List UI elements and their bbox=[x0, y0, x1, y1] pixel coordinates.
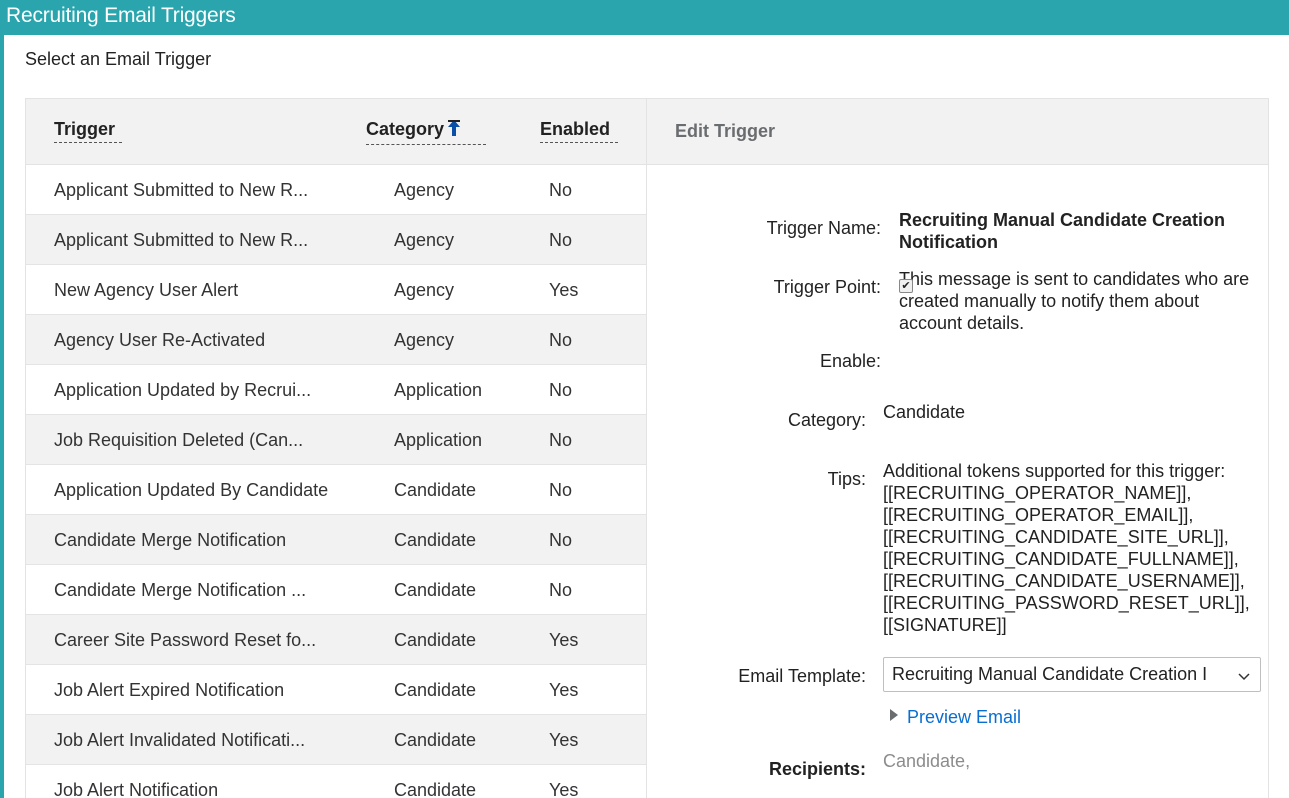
category-cell: Application bbox=[394, 379, 483, 400]
trigger-point-line: created manually to notify them about bbox=[899, 291, 1200, 311]
tips-line: Additional tokens supported for this tri… bbox=[883, 461, 1226, 481]
preview-email-label: Preview Email bbox=[907, 707, 1022, 727]
trigger-cell: New Agency User Alert bbox=[54, 280, 239, 300]
email-template-label: Email Template: bbox=[738, 666, 866, 686]
triggers-table: Trigger Category Enabled Applicant Submi… bbox=[25, 98, 646, 798]
enabled-cell: No bbox=[549, 429, 573, 450]
expand-triangle-icon bbox=[889, 706, 899, 727]
trigger-cell: Career Site Password Reset fo... bbox=[54, 630, 317, 650]
trigger-cell: Applicant Submitted to New R... bbox=[54, 180, 309, 200]
trigger-cell: Candidate Merge Notification ... bbox=[54, 580, 307, 600]
category-cell: Agency bbox=[394, 179, 455, 200]
tips-value: Additional tokens supported for this tri… bbox=[883, 460, 1250, 636]
table-row[interactable]: Application Updated by Recrui... Applicat… bbox=[26, 365, 646, 415]
trigger-point-line: This message is sent to candidates who a… bbox=[899, 269, 1250, 289]
category-cell: Agency bbox=[394, 279, 455, 300]
trigger-name-line: Notification bbox=[899, 232, 998, 252]
preview-email-link[interactable]: Preview Email bbox=[889, 706, 1021, 728]
category-cell: Candidate bbox=[394, 479, 477, 500]
trigger-cell: Application Updated By Candidate bbox=[54, 480, 329, 500]
table-body: Applicant Submitted to New R... Agency No A… bbox=[26, 165, 646, 798]
enabled-cell: Yes bbox=[549, 279, 579, 300]
email-template-select[interactable]: Recruiting Manual Candidate Creation I bbox=[883, 657, 1261, 692]
enabled-cell: No bbox=[549, 579, 573, 600]
recipients-value: Candidate, bbox=[883, 751, 971, 771]
email-template-selected: Recruiting Manual Candidate Creation I bbox=[892, 664, 1208, 684]
trigger-point-line: account details. bbox=[899, 313, 1025, 333]
table-row[interactable]: New Agency User Alert Agency Yes bbox=[26, 265, 646, 315]
category-cell: Application bbox=[394, 429, 483, 450]
table-row[interactable]: Application Updated By Candidate Candidat… bbox=[26, 465, 646, 515]
enabled-cell: No bbox=[549, 229, 573, 250]
trigger-name-label: Trigger Name: bbox=[766, 218, 881, 238]
enabled-cell: No bbox=[549, 529, 573, 550]
enabled-cell: Yes bbox=[549, 729, 579, 750]
enabled-cell: No bbox=[549, 329, 573, 350]
category-cell: Candidate bbox=[394, 679, 477, 700]
tips-line: [[SIGNATURE]] bbox=[883, 615, 1007, 635]
category-cell: Agency bbox=[394, 329, 455, 350]
trigger-cell: Agency User Re-Activated bbox=[54, 330, 266, 350]
category-cell: Candidate bbox=[394, 529, 477, 550]
tips-line: [[RECRUITING_CANDIDATE_SITE_URL]], bbox=[883, 527, 1229, 547]
trigger-cell: Candidate Merge Notification bbox=[54, 530, 287, 550]
trigger-cell: Job Alert Notification bbox=[54, 780, 219, 798]
edit-trigger-pane: Edit Trigger Trigger Name: Recruiting Ma… bbox=[646, 98, 1269, 798]
enable-checkbox[interactable]: ✔ bbox=[899, 279, 913, 293]
table-row[interactable]: Job Alert Notification Candidate Yes bbox=[26, 765, 646, 798]
edit-trigger-heading: Edit Trigger bbox=[647, 99, 1268, 165]
enabled-cell: Yes bbox=[549, 629, 579, 650]
category-label: Category: bbox=[787, 410, 866, 430]
table-header: Trigger Category Enabled bbox=[26, 99, 646, 165]
category-cell: Candidate bbox=[394, 779, 477, 798]
trigger-name-value: Recruiting Manual Candidate Creation Not… bbox=[899, 209, 1225, 253]
table-row[interactable]: Candidate Merge Notification Candidate No bbox=[26, 515, 646, 565]
column-header-enabled[interactable]: Enabled bbox=[540, 119, 618, 143]
window-title: Recruiting Email Triggers bbox=[0, 0, 1289, 35]
tips-line: [[RECRUITING_OPERATOR_EMAIL]], bbox=[883, 505, 1194, 525]
chevron-down-icon bbox=[1238, 666, 1250, 687]
main-panel: Select an Email Trigger Trigger Category… bbox=[4, 35, 1289, 798]
tips-line: [[RECRUITING_CANDIDATE_USERNAME]], bbox=[883, 571, 1245, 591]
trigger-point-value: This message is sent to candidates who a… bbox=[899, 268, 1249, 334]
category-value: Candidate bbox=[883, 402, 966, 422]
trigger-cell: Applicant Submitted to New R... bbox=[54, 230, 309, 250]
tips-line: [[RECRUITING_CANDIDATE_FULLNAME]], bbox=[883, 549, 1239, 569]
category-cell: Candidate bbox=[394, 579, 477, 600]
tips-line: [[RECRUITING_OPERATOR_NAME]], bbox=[883, 483, 1192, 503]
column-header-category[interactable]: Category bbox=[366, 119, 486, 145]
trigger-point-label: Trigger Point: bbox=[773, 277, 881, 297]
select-trigger-heading: Select an Email Trigger bbox=[25, 49, 212, 69]
enable-label: Enable: bbox=[819, 351, 881, 371]
trigger-cell: Job Alert Invalidated Notificati... bbox=[54, 730, 306, 750]
enabled-cell: No bbox=[549, 379, 573, 400]
table-row[interactable]: Job Alert Expired Notification Candidate Y… bbox=[26, 665, 646, 715]
trigger-cell: Job Alert Expired Notification bbox=[54, 680, 285, 700]
table-row[interactable]: Applicant Submitted to New R... Agency No bbox=[26, 215, 646, 265]
table-row[interactable]: Applicant Submitted to New R... Agency No bbox=[26, 165, 646, 215]
column-header-trigger[interactable]: Trigger bbox=[54, 119, 122, 143]
category-cell: Candidate bbox=[394, 629, 477, 650]
enabled-cell: Yes bbox=[549, 779, 579, 798]
sort-ascending-icon[interactable] bbox=[447, 119, 461, 142]
table-row[interactable]: Job Requisition Deleted (Can... Applicati… bbox=[26, 415, 646, 465]
enabled-cell: No bbox=[549, 179, 573, 200]
checkmark-icon: ✔ bbox=[901, 280, 911, 292]
table-row[interactable]: Candidate Merge Notification ... Candidat… bbox=[26, 565, 646, 615]
enabled-cell: Yes bbox=[549, 679, 579, 700]
category-cell: Candidate bbox=[394, 729, 477, 750]
tips-label: Tips: bbox=[827, 469, 866, 489]
column-header-category-label: Category bbox=[366, 119, 445, 139]
table-row[interactable]: Career Site Password Reset fo... Candidat… bbox=[26, 615, 646, 665]
table-row[interactable]: Agency User Re-Activated Agency No bbox=[26, 315, 646, 365]
trigger-cell: Job Requisition Deleted (Can... bbox=[54, 430, 304, 450]
table-row[interactable]: Job Alert Invalidated Notificati... Candi… bbox=[26, 715, 646, 765]
trigger-cell: Application Updated by Recrui... bbox=[54, 380, 312, 400]
trigger-name-line: Recruiting Manual Candidate Creation bbox=[899, 210, 1226, 230]
tips-line: [[RECRUITING_PASSWORD_RESET_URL]], bbox=[883, 593, 1250, 613]
recipients-label: Recipients: bbox=[768, 759, 866, 779]
category-cell: Agency bbox=[394, 229, 455, 250]
enabled-cell: No bbox=[549, 479, 573, 500]
